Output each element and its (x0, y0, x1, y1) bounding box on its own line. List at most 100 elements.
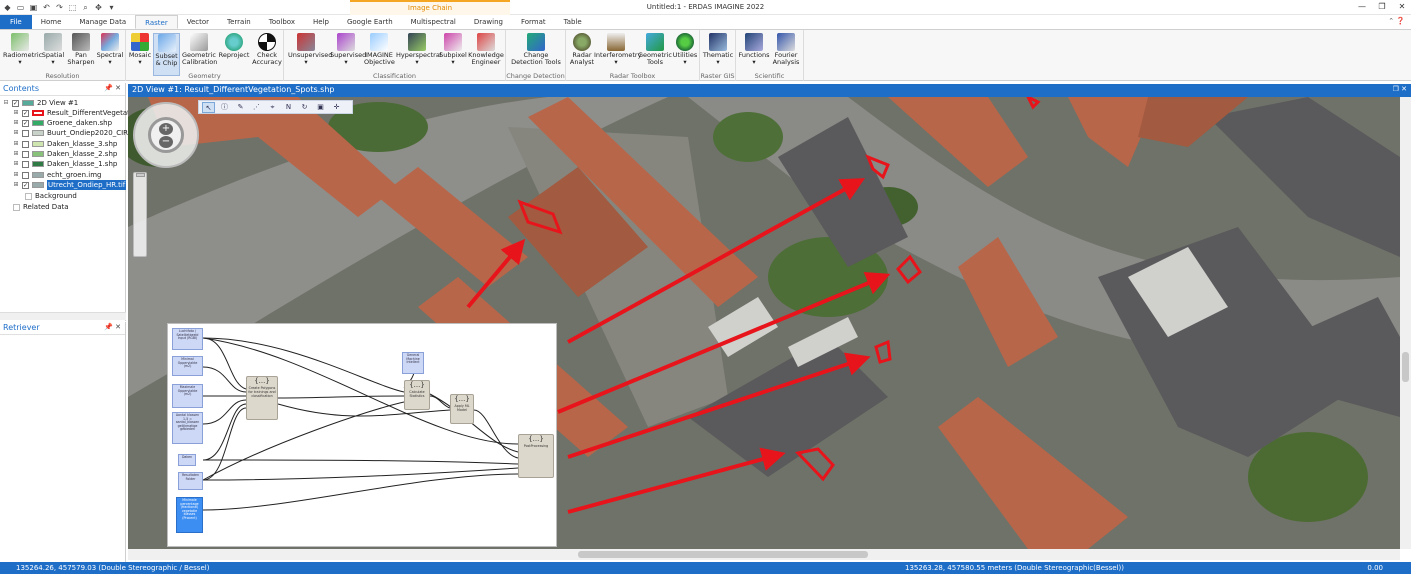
diagram-operator-node[interactable]: {...} Calculate Statistics (404, 380, 430, 410)
expand-icon[interactable]: ⊞ (13, 118, 19, 128)
pin-icon[interactable]: 📌 (104, 84, 113, 92)
save-icon[interactable]: ▣ (28, 2, 39, 13)
context-tab-image-chain[interactable]: Image Chain (350, 0, 510, 15)
diagram-input-node[interactable]: Resultaten Folder (178, 472, 203, 490)
pin-icon[interactable]: 📌 (104, 323, 113, 331)
close-icon[interactable]: ✕ (115, 84, 121, 92)
scroll-thumb[interactable] (578, 551, 868, 558)
tree-item-related-data[interactable]: Related Data (13, 202, 69, 212)
paint-tool-icon[interactable]: ✎ (234, 102, 247, 113)
diagram-input-node[interactable]: Daken (178, 454, 196, 466)
tab-format[interactable]: Format (512, 15, 555, 29)
tab-table[interactable]: Table (555, 15, 591, 29)
contents-scrollbar[interactable] (0, 312, 126, 320)
spatial-button[interactable]: Spatial ▾ (40, 33, 66, 66)
crosshair-tool-icon[interactable]: ✛ (330, 102, 343, 113)
tree-item-layer[interactable]: ⊞ Daken_klasse_1.shp (13, 159, 117, 169)
diagram-input-node[interactable]: Luchtfoto / Satellietbeeld Input (RGBI) (172, 328, 203, 350)
tab-home[interactable]: Home (32, 15, 71, 29)
rotate-tool-icon[interactable]: ↻ (298, 102, 311, 113)
tab-vector[interactable]: Vector (178, 15, 218, 29)
expand-icon[interactable]: ⊞ (13, 139, 19, 149)
tab-drawing[interactable]: Drawing (465, 15, 512, 29)
diagram-input-node[interactable]: Maximale Oppervlakte (m2) (172, 384, 203, 408)
redo-icon[interactable]: ↷ (54, 2, 65, 13)
diagram-input-node[interactable]: Aantal klassen 1-5 = aantal_klassen geli… (172, 412, 203, 444)
pan-sharpen-button[interactable]: Pan Sharpen (66, 33, 96, 66)
expand-icon[interactable]: ⊞ (13, 170, 19, 180)
interferometry-button[interactable]: Interferometry ▾ (594, 33, 641, 66)
tree-item-layer[interactable]: ⊞ Buurt_Ondiep2020_CIR.ecw (13, 128, 143, 138)
layer-checkbox[interactable]: ✓ (22, 109, 29, 117)
customize-icon[interactable]: ▾ (106, 2, 117, 13)
minimize-icon[interactable]: — (1357, 2, 1367, 11)
change-detection-tools-button[interactable]: Change Detection Tools (508, 33, 564, 66)
knowledge-engineer-button[interactable]: Knowledge Engineer (468, 33, 504, 66)
layer-checkbox[interactable] (22, 140, 29, 148)
subpixel-button[interactable]: Subpixel ▾ (438, 33, 468, 66)
utilities-button[interactable]: Utilities ▾ (672, 33, 698, 66)
diagram-input-node[interactable]: Minimale percentage (fractional) vegetat… (176, 497, 203, 533)
zoom-slider[interactable] (133, 172, 147, 257)
unsupervised-button[interactable]: Unsupervised ▾ (288, 33, 332, 66)
map-vertical-scrollbar[interactable] (1400, 97, 1411, 549)
close-icon[interactable]: ✕ (1397, 2, 1407, 11)
app-menu-icon[interactable]: ◆ (2, 2, 13, 13)
reproject-button[interactable]: Reproject (218, 33, 250, 59)
radar-analyst-button[interactable]: Radar Analyst (568, 33, 596, 66)
tree-item-layer[interactable]: ⊞ ✓ Utrecht_Ondiep_HR.tif (13, 180, 127, 190)
imagine-objective-button[interactable]: IMAGINE Objective (364, 33, 395, 66)
tab-file[interactable]: File (0, 15, 32, 29)
north-tool-icon[interactable]: N (282, 102, 295, 113)
scroll-thumb[interactable] (1402, 352, 1409, 382)
tree-item-layer[interactable]: ⊞ Daken_klasse_2.shp (13, 149, 117, 159)
tab-manage-data[interactable]: Manage Data (70, 15, 135, 29)
geometric-calibration-button[interactable]: Geometric Calibration (182, 33, 217, 66)
restore-icon[interactable]: ❐ (1377, 2, 1387, 11)
restore-icon[interactable]: ❐ (1393, 85, 1399, 93)
geometric-tools-button[interactable]: Geometric Tools (638, 33, 672, 66)
radiometric-button[interactable]: Radiometric ▾ (3, 33, 42, 66)
expand-icon[interactable]: ⊞ (13, 149, 19, 159)
info-tool-icon[interactable]: ⓘ (218, 102, 231, 113)
layer-checkbox[interactable] (22, 171, 29, 179)
pick-tool-icon[interactable]: ⌖ (266, 102, 279, 113)
zoom-icon[interactable]: ⌕ (80, 2, 91, 13)
diagram-operator-node[interactable]: {...} Create Polygons for trainings and c… (246, 376, 278, 420)
undo-icon[interactable]: ↶ (41, 2, 52, 13)
zoom-out-icon[interactable]: − (159, 136, 173, 148)
collapse-icon[interactable]: ⊟ (3, 98, 9, 108)
tab-terrain[interactable]: Terrain (218, 15, 260, 29)
zoom-slider-handle[interactable] (136, 173, 145, 177)
close-icon[interactable]: ✕ (115, 323, 121, 331)
map-horizontal-scrollbar[interactable] (128, 549, 1400, 560)
hyperspectral-button[interactable]: Hyperspectral ▾ (396, 33, 442, 66)
tab-raster[interactable]: Raster (135, 15, 178, 29)
diagram-operator-node[interactable]: {...} Apply ML Model (450, 394, 474, 424)
layer-checkbox[interactable] (22, 160, 29, 168)
supervised-button[interactable]: Supervised ▾ (330, 33, 366, 66)
diagram-input-node[interactable]: Minimal Oppervlakte (m2) (172, 356, 203, 376)
tree-item-background[interactable]: Background (25, 191, 77, 201)
expand-icon[interactable]: ⊞ (13, 159, 19, 169)
tree-item-layer[interactable]: ⊞ ✓ Groene_daken.shp (13, 118, 112, 128)
close-icon[interactable]: ✕ (1401, 85, 1407, 93)
tab-multispectral[interactable]: Multispectral (402, 15, 465, 29)
select-tool-icon[interactable]: ↖ (202, 101, 215, 113)
expand-icon[interactable]: ⊞ (13, 180, 19, 190)
overview-tool-icon[interactable]: ▣ (314, 102, 327, 113)
navigation-wheel[interactable]: + − (133, 102, 199, 168)
fourier-analysis-button[interactable]: Fourier Analysis (770, 33, 802, 66)
pan-icon[interactable]: ✥ (93, 2, 104, 13)
layer-checkbox[interactable]: ✓ (22, 181, 29, 189)
spectral-button[interactable]: Spectral ▾ (96, 33, 124, 66)
tree-item-view[interactable]: ⊟ ✓ 2D View #1 (3, 98, 78, 108)
check-accuracy-button[interactable]: Check Accuracy (251, 33, 283, 66)
expand-icon[interactable]: ⊞ (13, 108, 19, 118)
expand-icon[interactable]: ⊞ (13, 128, 19, 138)
layer-checkbox[interactable]: ✓ (22, 119, 29, 127)
open-icon[interactable]: ▭ (15, 2, 26, 13)
subset-chip-button[interactable]: Subset & Chip (153, 33, 180, 76)
tab-google-earth[interactable]: Google Earth (338, 15, 402, 29)
help-icon[interactable]: ⌃ ❓ (1388, 17, 1405, 25)
